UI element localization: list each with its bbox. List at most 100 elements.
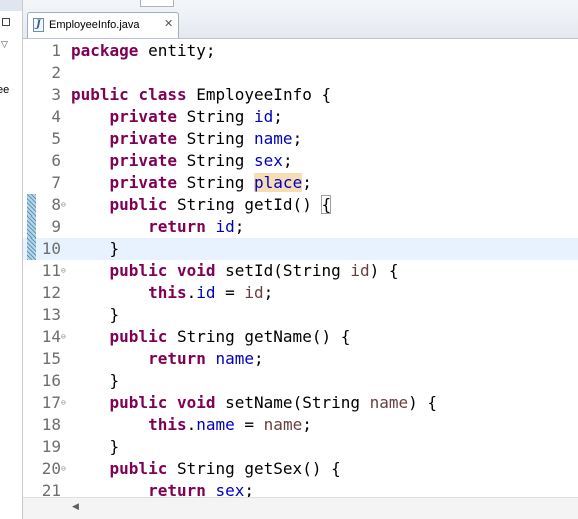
code-text: this.name = name; [71,414,312,436]
view-menu-icon[interactable]: ▽ [1,41,8,50]
code-token: public [109,459,168,478]
code-text: private String place; [71,172,312,194]
code-token: public [109,261,168,280]
code-line[interactable]: 6 private String sex; [23,150,578,172]
tree-item-label-fragment[interactable]: ee [0,84,9,96]
code-token: String getName() { [167,327,351,346]
fold-collapse-icon[interactable]: ⊖ [61,201,66,209]
code-token: return [148,217,206,236]
code-line[interactable]: 21 return sex; [23,480,578,497]
code-line[interactable]: 13 } [23,304,578,326]
code-token: ; [282,151,293,170]
code-text: return id; [71,216,244,238]
code-text: this.id = id; [71,282,273,304]
line-number: 13 [41,305,61,324]
code-line[interactable]: 4 private String id; [23,106,578,128]
code-token: } [71,305,120,324]
change-marker[interactable] [27,194,36,216]
code-token: setName(String [215,393,370,412]
change-marker[interactable] [27,216,36,238]
line-number: 14 [41,327,61,346]
code-token: String [176,151,255,170]
code-token: id [196,283,216,302]
code-text: public String getSex() { [71,458,341,480]
fold-collapse-icon[interactable]: ⊖ [61,267,66,275]
tab-employeeinfo-java[interactable]: J EmployeeInfo.java ✕ [27,12,179,38]
code-line[interactable]: 12 this.id = id; [23,282,578,304]
line-number: 2 [51,63,61,82]
close-icon[interactable]: ✕ [164,17,173,31]
code-area[interactable]: 1 package entity; 2 3 public class EmployeeI… [23,39,578,497]
code-token: = [234,415,264,434]
code-line[interactable]: 17 ⊖ public void setName(String name) { [23,392,578,414]
code-token: return [148,349,206,368]
code-token: private [109,107,177,126]
code-token: setId(String [215,261,351,280]
code-token: public [71,85,129,104]
code-line[interactable]: 20 ⊖ public String getSex() { [23,458,578,480]
code-line[interactable]: 8 ⊖ public String getId() { [23,194,578,216]
code-token: String [176,129,255,148]
code-token: . [186,283,197,302]
code-token: name [215,349,255,368]
java-file-icon: J [33,18,44,32]
horizontal-scrollbar[interactable]: ◀ [23,497,578,519]
line-number: 10 [41,239,61,258]
code-line[interactable]: 3 public class EmployeeInfo { [23,84,578,106]
code-token: } [71,437,120,456]
code-line[interactable]: 2 [23,62,578,84]
code-line[interactable]: 7 private String place; [23,172,578,194]
code-line[interactable]: 10 } [23,238,578,260]
code-text: public class EmployeeInfo { [71,84,331,106]
panel-toolbar [0,0,22,11]
code-token: package [71,41,139,60]
change-marker[interactable] [27,238,36,260]
code-text: public void setId(String id) { [71,260,399,282]
code-token: name [263,415,303,434]
code-token: void [176,261,216,280]
scroll-left-arrow-icon[interactable]: ◀ [72,502,79,512]
line-number: 1 [51,41,61,60]
fold-collapse-icon[interactable]: ⊖ [61,465,66,473]
fold-collapse-icon[interactable]: ⊖ [61,399,66,407]
code-token: sex [254,151,283,170]
code-line[interactable]: 1 package entity; [23,40,578,62]
code-line[interactable]: 14 ⊖ public String getName() { [23,326,578,348]
line-number: 16 [41,371,61,390]
line-number: 4 [51,107,61,126]
code-line[interactable]: 19 } [23,436,578,458]
code-token: ; [263,283,274,302]
code-token: ) { [408,393,438,412]
code-line[interactable]: 11 ⊖ public void setId(String id) { [23,260,578,282]
code-text: } [71,436,120,458]
collapse-icon[interactable] [2,18,10,26]
line-number: 9 [51,217,61,236]
minimize-control[interactable] [140,0,174,7]
code-token: ; [292,129,303,148]
code-line[interactable]: 5 private String name; [23,128,578,150]
code-text: public void setName(String name) { [71,392,438,414]
code-token: = [215,283,245,302]
code-line[interactable]: 9 return id; [23,216,578,238]
code-token: private [109,151,177,170]
code-token: entity; [138,41,216,60]
code-token: String [176,173,255,192]
fold-collapse-icon[interactable]: ⊖ [61,333,66,341]
code-token: ; [244,481,255,497]
line-number: 20 [41,459,61,478]
code-line[interactable]: 15 return name; [23,348,578,370]
line-number: 5 [51,129,61,148]
code-line[interactable]: 16 } [23,370,578,392]
code-line[interactable]: 18 this.name = name; [23,414,578,436]
code-token: ; [254,349,264,368]
line-number: 18 [41,415,61,434]
code-token: private [109,129,177,148]
